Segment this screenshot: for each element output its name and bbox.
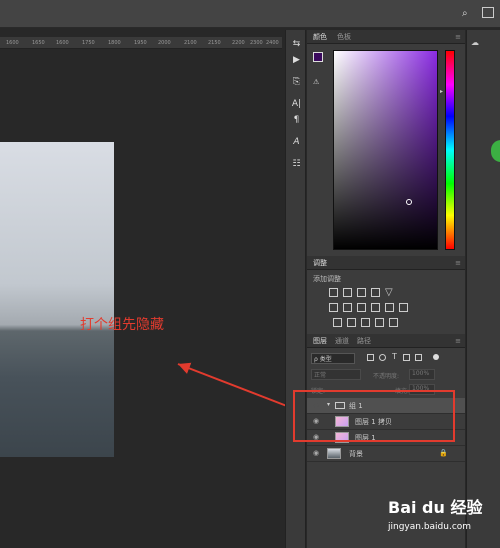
clone-source-icon[interactable]: ⎘ — [286, 74, 307, 90]
mixer-icon[interactable] — [385, 303, 394, 312]
curves-icon[interactable] — [357, 288, 366, 297]
green-badge[interactable] — [491, 140, 500, 162]
gradient-map-icon[interactable] — [375, 318, 384, 327]
filter-shape-icon[interactable] — [403, 354, 410, 361]
tab-channels[interactable]: 通道 — [335, 336, 349, 346]
filter-smart-icon[interactable] — [415, 354, 422, 361]
play-action-icon[interactable]: ▶ — [286, 52, 307, 68]
blend-mode-select[interactable]: 正常 — [311, 369, 361, 380]
adjustments-subtitle: 添加调整 — [313, 275, 341, 283]
cloud-icon[interactable]: ☁ — [471, 38, 479, 47]
filter-type-icon[interactable]: T — [392, 352, 397, 361]
adjustments-panel-header: 调整 ≡ — [307, 256, 465, 270]
layer-name[interactable]: 背景 — [349, 449, 363, 459]
paragraph-icon[interactable]: ¶ — [286, 112, 307, 128]
tab-layers[interactable]: 图层 — [313, 336, 327, 346]
layers-panel-header: 图层 通道 路径 ≡ — [307, 334, 465, 348]
bw-icon[interactable] — [357, 303, 366, 312]
photo-filter-icon[interactable] — [371, 303, 380, 312]
watermark: Bai du 经验 jingyan.baidu.com — [388, 494, 482, 532]
tab-color[interactable]: 颜色 — [313, 32, 327, 42]
color-picker-marker[interactable] — [406, 199, 412, 205]
collapsed-panel-strip: ☁ — [466, 30, 500, 548]
watermark-brand: Bai du 经验 — [388, 498, 483, 517]
filter-adjust-icon[interactable] — [379, 354, 386, 361]
layer-row-background[interactable]: ◉ 背景 🔒 — [307, 446, 465, 462]
brightness-icon[interactable] — [329, 288, 338, 297]
opacity-input[interactable]: 100% — [409, 369, 435, 380]
hue-slider-handle[interactable]: ▸ — [440, 88, 443, 95]
threshold-icon[interactable] — [361, 318, 370, 327]
opacity-label: 不透明度: — [373, 373, 400, 380]
filter-toggle-icon[interactable] — [433, 354, 439, 360]
gradient-triangle-icon[interactable]: ▽ — [385, 287, 393, 298]
filter-pixel-icon[interactable] — [367, 354, 374, 361]
posterize-icon[interactable] — [347, 318, 356, 327]
watermark-url: jingyan.baidu.com — [388, 522, 472, 532]
layer-filter-select[interactable]: ρ 类型 — [311, 353, 355, 364]
warning-icon: ⚠ — [313, 78, 320, 86]
visibility-eye-icon[interactable]: ◉ — [313, 449, 319, 457]
foreground-swatch[interactable] — [313, 52, 323, 62]
glyphs-icon[interactable]: A — [286, 134, 307, 150]
panels-dock: 颜色 色板 ≡ ⚠ ▸ 调整 ≡ 添加调整 ▽ 图层 通道 路径 ≡ ρ 类型 … — [307, 30, 465, 548]
highlight-box — [293, 390, 455, 442]
invert-icon[interactable] — [333, 318, 342, 327]
tab-adjustments[interactable]: 调整 — [313, 258, 327, 268]
hue-slider[interactable] — [445, 50, 455, 250]
panel-menu-icon[interactable]: ≡ — [455, 33, 461, 41]
tools-column: ⇆ ▶ ⎘ A| ¶ A ☷ — [285, 30, 306, 548]
tab-swatches[interactable]: 色板 — [337, 32, 351, 42]
lookup-icon[interactable] — [399, 303, 408, 312]
properties-icon[interactable]: ☷ — [286, 156, 307, 172]
panel-menu-icon[interactable]: ≡ — [455, 337, 461, 345]
exposure-icon[interactable] — [371, 288, 380, 297]
color-panel-header: 颜色 色板 ≡ — [307, 30, 465, 44]
tab-paths[interactable]: 路径 — [357, 336, 371, 346]
vibrance-icon[interactable] — [329, 303, 338, 312]
character-icon[interactable]: A| — [286, 96, 307, 112]
tool-presets-icon[interactable]: ⇆ — [286, 36, 307, 52]
layer-thumbnail — [327, 448, 341, 459]
panel-menu-icon[interactable]: ≡ — [455, 259, 461, 267]
selective-color-icon[interactable] — [389, 318, 398, 327]
lock-icon: 🔒 — [439, 449, 448, 457]
balance-icon[interactable] — [343, 303, 352, 312]
levels-icon[interactable] — [343, 288, 352, 297]
color-field[interactable] — [333, 50, 438, 250]
